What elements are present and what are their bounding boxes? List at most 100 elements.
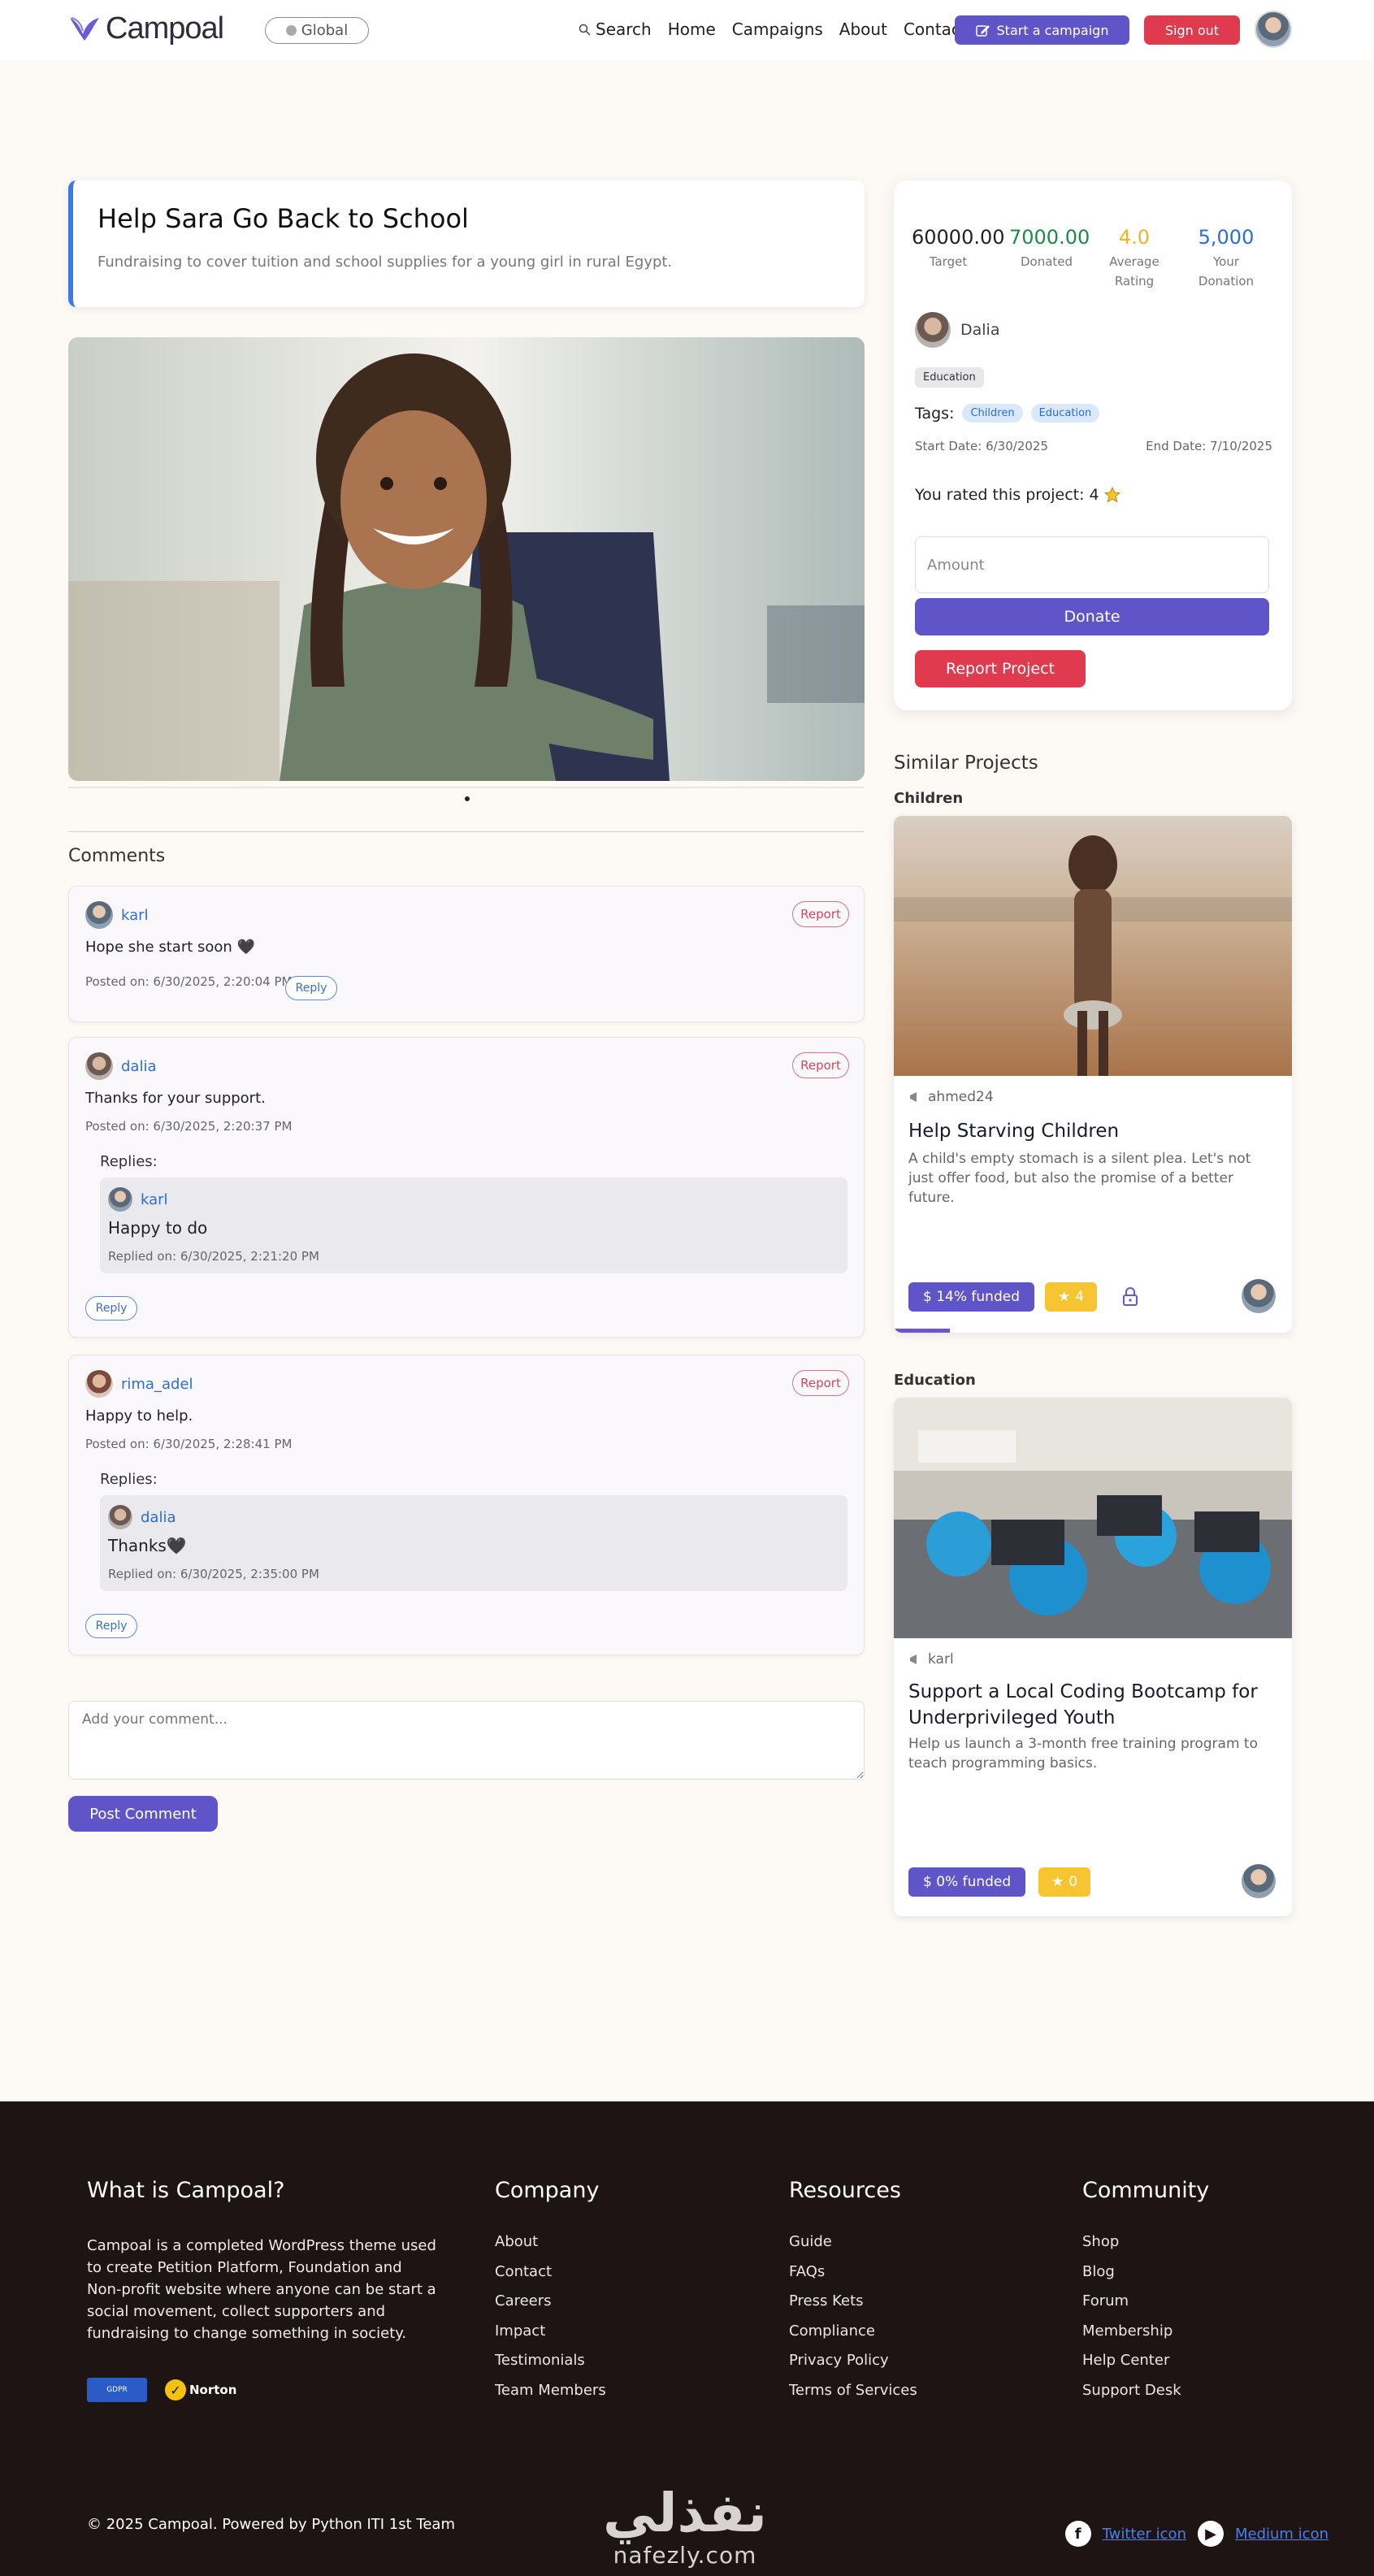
- carousel-indicator[interactable]: [465, 796, 470, 801]
- footer-link[interactable]: Support Desk: [1082, 2382, 1181, 2412]
- report-comment-button[interactable]: Report: [792, 1052, 849, 1078]
- footer-link[interactable]: Privacy Policy: [789, 2352, 917, 2382]
- project-card-title[interactable]: Help Starving Children: [908, 1118, 1274, 1144]
- comment-textarea[interactable]: [68, 1701, 865, 1780]
- footer-link[interactable]: Terms of Services: [789, 2382, 917, 2412]
- footer-link[interactable]: Help Center: [1082, 2352, 1181, 2382]
- reply-timestamp: Replied on: 6/30/2025, 2:35:00 PM: [108, 1567, 319, 1581]
- start-campaign-label: Start a campaign: [996, 22, 1109, 38]
- footer-link[interactable]: Impact: [495, 2322, 606, 2353]
- reply-username: karl: [141, 1190, 168, 1208]
- footer-link[interactable]: Membership: [1082, 2322, 1181, 2353]
- project-image: [68, 337, 865, 781]
- footer-link[interactable]: Guide: [789, 2233, 917, 2263]
- project-creator-avatar[interactable]: [1242, 1279, 1276, 1313]
- target-value: 60000.00: [912, 226, 1005, 249]
- donate-button[interactable]: Donate: [915, 598, 1269, 635]
- author-name: ahmed24: [928, 1089, 994, 1105]
- broken-image-icon: [254, 2371, 327, 2409]
- comment-author[interactable]: dalia: [85, 1052, 157, 1080]
- footer-link[interactable]: Shop: [1082, 2233, 1181, 2263]
- comment-timestamp: Posted on: 6/30/2025, 2:20:04 PM: [85, 974, 293, 989]
- reply-button[interactable]: Reply: [85, 1296, 137, 1321]
- comment-text: Hope she start soon 🖤: [85, 939, 255, 956]
- report-project-button[interactable]: Report Project: [915, 650, 1086, 687]
- edit-icon: [975, 25, 990, 37]
- reply-username: dalia: [141, 1508, 176, 1526]
- sign-out-button[interactable]: Sign out: [1144, 15, 1240, 45]
- footer-link[interactable]: Press Kets: [789, 2292, 917, 2322]
- footer-link[interactable]: Testimonials: [495, 2352, 606, 2382]
- norton-label: Norton: [189, 2383, 237, 2397]
- social-links: f Twitter icon ▶ Medium icon: [1064, 2521, 1328, 2547]
- footer-link[interactable]: Team Members: [495, 2382, 606, 2412]
- user-rating: You rated this project: 4: [915, 486, 1120, 504]
- footer-link[interactable]: Blog: [1082, 2263, 1181, 2293]
- footer-link[interactable]: Forum: [1082, 2292, 1181, 2322]
- footer-link[interactable]: FAQs: [789, 2263, 917, 2293]
- comment-author[interactable]: rima_adel: [85, 1370, 193, 1398]
- footer-link[interactable]: Contact: [495, 2263, 606, 2293]
- project-header-card: Help Sara Go Back to School Fundraising …: [68, 180, 865, 307]
- region-selector[interactable]: Global: [265, 17, 369, 44]
- reply-button[interactable]: Reply: [285, 976, 337, 1000]
- nav-about[interactable]: About: [839, 20, 887, 39]
- star-icon: [1103, 487, 1120, 503]
- funded-badge: $ 0% funded: [908, 1867, 1026, 1897]
- top-navbar: Campoal Global Search Home Campaigns Abo…: [0, 0, 1374, 60]
- broken-image-icon: [345, 2371, 418, 2409]
- similar-project-card[interactable]: karl Support a Local Coding Bootcamp for…: [894, 1398, 1292, 1916]
- nav-campaigns[interactable]: Campaigns: [732, 20, 823, 39]
- logo-text: Campoal: [106, 11, 224, 46]
- footer-link[interactable]: Compliance: [789, 2322, 917, 2353]
- nav-home[interactable]: Home: [668, 20, 716, 39]
- twitter-icon[interactable]: Twitter icon: [1103, 2526, 1186, 2543]
- rating-count: 0: [1068, 1874, 1078, 1890]
- rating-badge: ★ 0: [1038, 1867, 1091, 1897]
- megaphone-icon: [910, 1092, 917, 1102]
- your-donation-value: 5,000: [1198, 226, 1255, 249]
- reply-button[interactable]: Reply: [85, 1614, 137, 1638]
- avatar: [85, 1052, 113, 1080]
- similar-project-card[interactable]: ahmed24 Help Starving Children A child's…: [894, 816, 1292, 1333]
- amount-input[interactable]: Amount: [915, 536, 1269, 593]
- donated-value: 7000.00: [1009, 226, 1090, 249]
- project-subtitle: Fundraising to cover tuition and school …: [98, 254, 673, 271]
- avatar: [915, 312, 951, 348]
- avatar: [85, 901, 113, 929]
- section-divider: [68, 831, 865, 832]
- report-comment-button[interactable]: Report: [792, 901, 849, 927]
- girl-with-backpack-image: [68, 337, 865, 781]
- medium-icon[interactable]: Medium icon: [1235, 2526, 1328, 2543]
- comment-timestamp: Posted on: 6/30/2025, 2:28:41 PM: [85, 1437, 293, 1451]
- reply-author[interactable]: dalia: [108, 1505, 176, 1529]
- report-comment-button[interactable]: Report: [792, 1370, 849, 1396]
- project-author[interactable]: karl: [908, 1651, 954, 1667]
- facebook-icon[interactable]: f: [1064, 2521, 1091, 2547]
- youtube-icon[interactable]: ▶: [1197, 2521, 1224, 2547]
- project-author[interactable]: ahmed24: [908, 1089, 994, 1105]
- project-owner[interactable]: Dalia: [915, 312, 999, 348]
- post-comment-button[interactable]: Post Comment: [68, 1796, 218, 1832]
- comment-item: rima_adel Report Happy to help. Posted o…: [68, 1355, 865, 1655]
- site-logo[interactable]: Campoal: [68, 11, 224, 46]
- user-avatar[interactable]: [1255, 11, 1292, 48]
- project-card-title[interactable]: Support a Local Coding Bootcamp for Unde…: [908, 1679, 1274, 1731]
- globe-icon: [285, 25, 297, 36]
- copyright-text: © 2025 Campoal. Powered by Python ITI 1s…: [87, 2516, 455, 2533]
- rated-text: You rated this project:: [915, 486, 1085, 504]
- reply-author[interactable]: karl: [108, 1187, 168, 1212]
- project-creator-avatar[interactable]: [1242, 1864, 1276, 1898]
- check-icon: ✓: [165, 2379, 186, 2400]
- footer-link[interactable]: Careers: [495, 2292, 606, 2322]
- reply-text: Happy to do: [108, 1218, 208, 1238]
- nav-search[interactable]: Search: [579, 20, 652, 39]
- tag-badge[interactable]: Children: [962, 404, 1023, 423]
- nafezly-watermark: نفذلي nafezly.com: [603, 2485, 767, 2569]
- bird-logo-icon: [70, 16, 99, 41]
- start-campaign-button[interactable]: Start a campaign: [955, 15, 1129, 45]
- tag-badge[interactable]: Education: [1030, 404, 1100, 423]
- comment-author[interactable]: karl: [85, 901, 149, 929]
- project-title: Help Sara Go Back to School: [98, 203, 469, 234]
- footer-link[interactable]: About: [495, 2233, 606, 2263]
